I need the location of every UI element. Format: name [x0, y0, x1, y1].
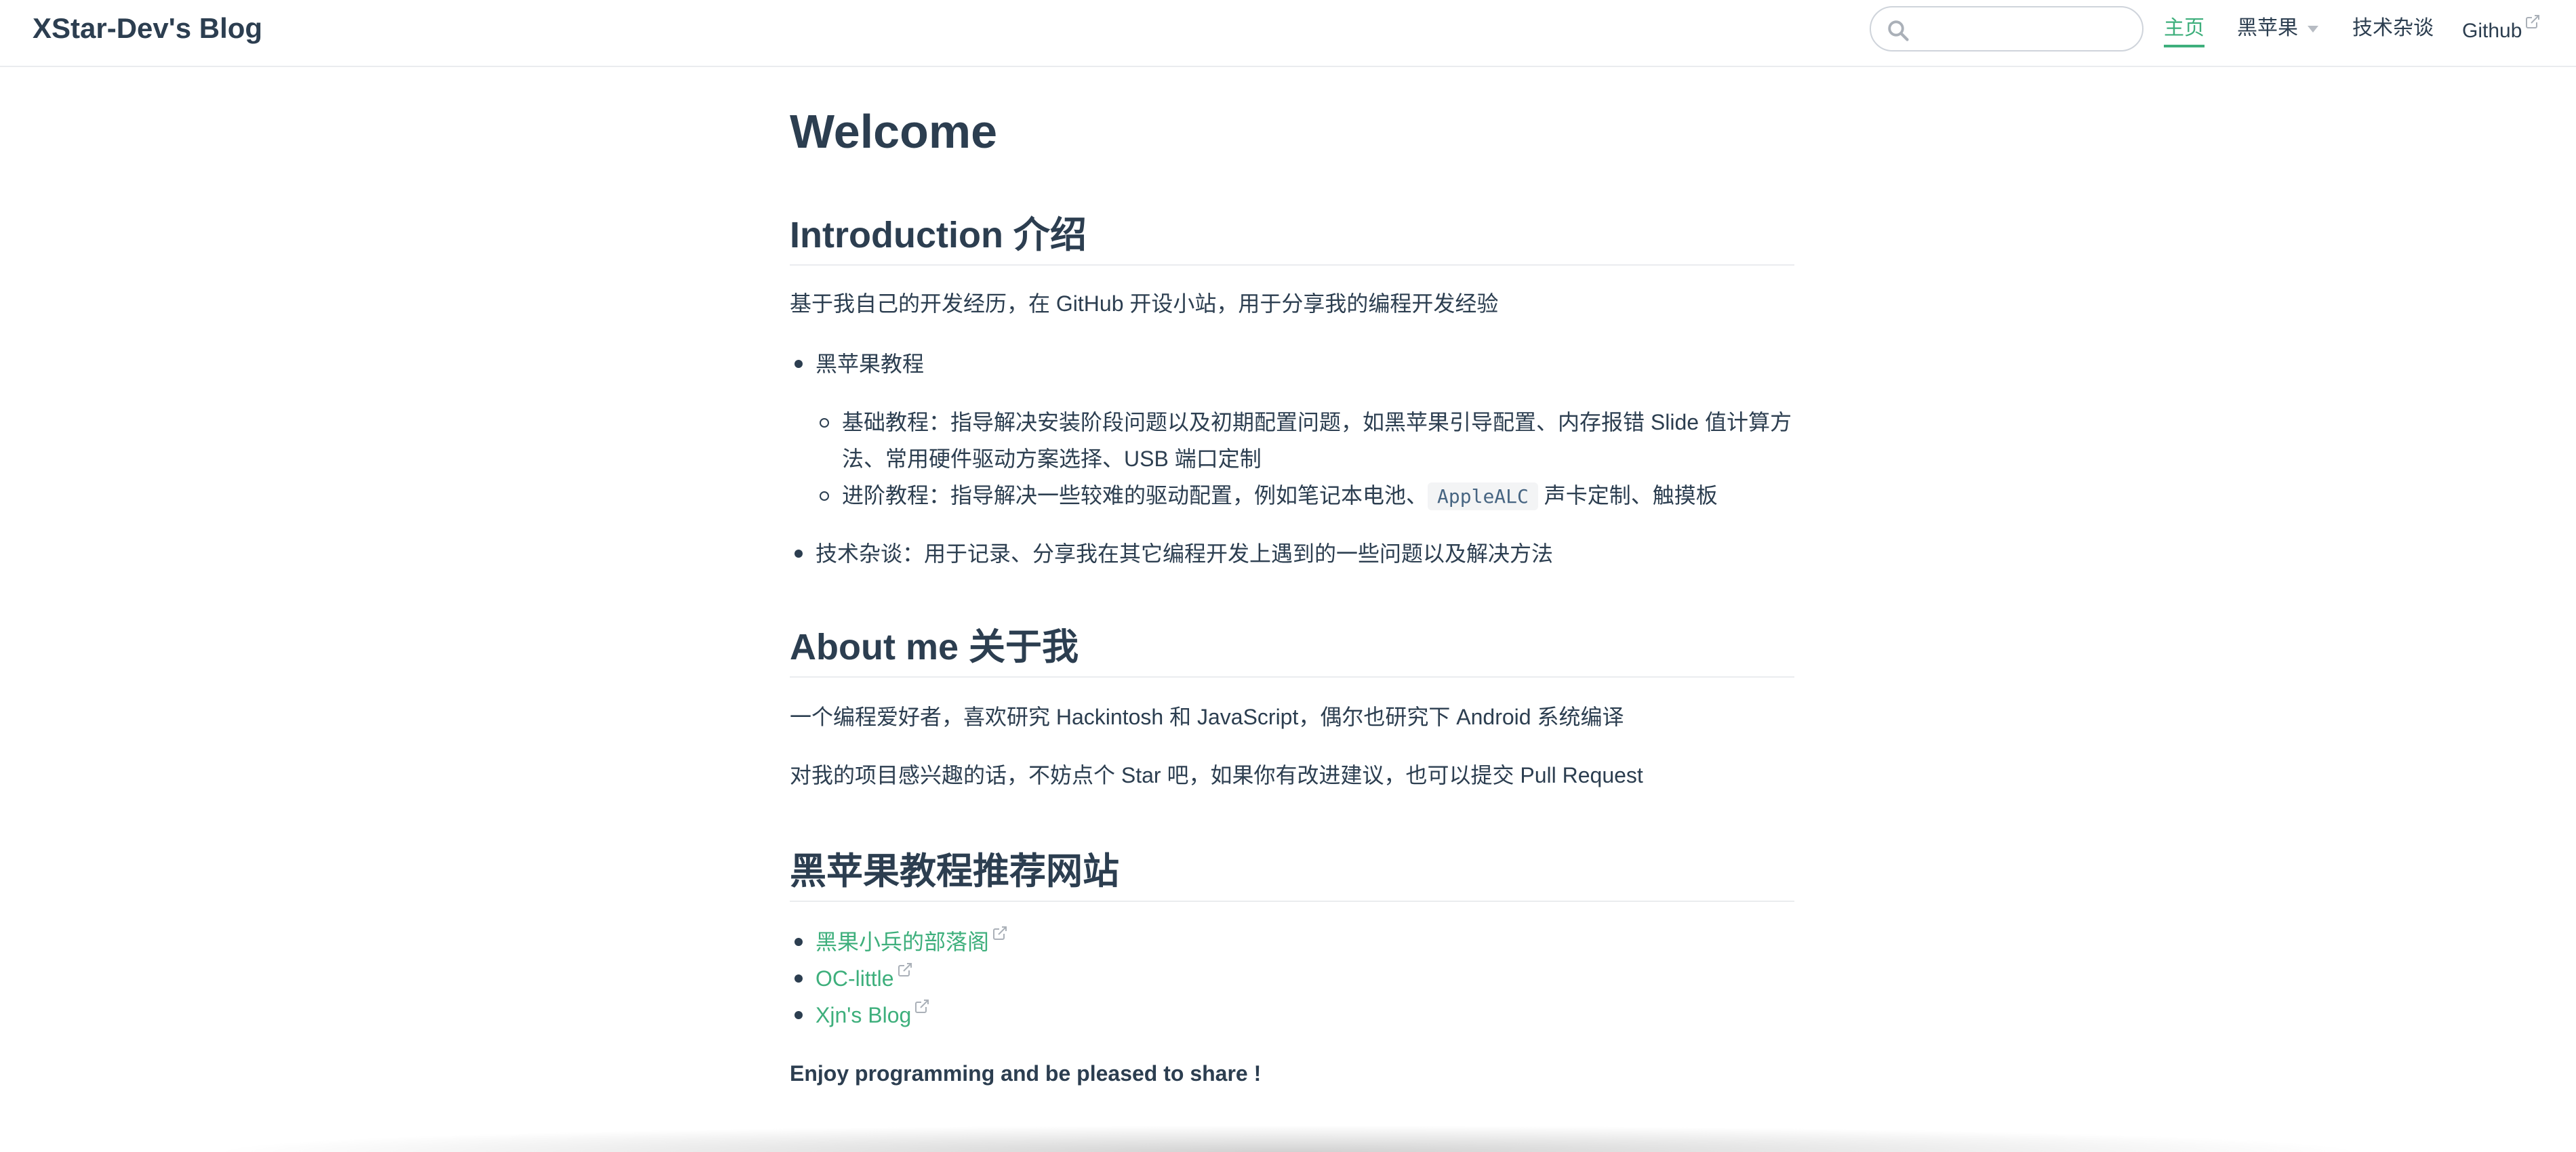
search-box[interactable]: [1870, 6, 2144, 52]
external-link-icon: [2526, 15, 2540, 28]
sub-item-advanced-text: 进阶教程：指导解决一些较难的驱动配置，例如笔记本电池、: [842, 483, 1428, 508]
external-link-icon: [898, 963, 912, 977]
about-heading: About me 关于我: [790, 625, 1794, 678]
bottom-shadow: [203, 1125, 2373, 1152]
bullet-dot: [794, 938, 803, 946]
external-link-icon: [993, 926, 1007, 941]
intro-text: 基于我自己的开发经历，在 GitHub 开设小站，用于分享我的编程开发经验: [790, 291, 1499, 316]
search-input[interactable]: [1918, 12, 2135, 47]
bullet-dot: [794, 974, 803, 983]
about-text-2: 对我的项目感兴趣的话，不妨点个 Star 吧，如果你有改进建议，也可以提交 Pu…: [790, 763, 1643, 787]
list-item-hackintosh: 黑苹果教程: [816, 352, 925, 376]
chevron-down-icon: [2308, 26, 2318, 33]
link-heiguo-xiaobing-label: 黑果小兵的部落阁: [816, 930, 990, 954]
closing-text: Enjoy programming and be pleased to shar…: [790, 1061, 1262, 1086]
nav-item-home[interactable]: 主页: [2164, 14, 2205, 47]
list-item-tech: 技术杂谈：用于记录、分享我在其它编程开发上遇到的一些问题以及解决方法: [816, 541, 1554, 566]
intro-heading: Introduction 介绍: [790, 213, 1794, 266]
bullet-dot: [794, 360, 803, 368]
link-heiguo-xiaobing[interactable]: 黑果小兵的部落阁: [816, 924, 1008, 960]
navbar: XStar-Dev's Blog 主页 黑苹果 技术杂谈 Github: [0, 0, 2576, 67]
sub-item-basic-line1: 基础教程：指导解决安装阶段问题以及初期配置问题，如黑苹果引导配置、内存报错 Sl…: [842, 410, 1792, 434]
sites-heading: 黑苹果教程推荐网站: [790, 849, 1794, 902]
external-link-icon: [915, 1000, 929, 1014]
nav-item-tech[interactable]: 技术杂谈: [2352, 14, 2434, 43]
bullet-circle: [820, 491, 829, 501]
sub-item-advanced-after: 声卡定制、触摸板: [1544, 483, 1718, 508]
bullet-dot: [794, 550, 803, 558]
nav-item-github[interactable]: Github: [2462, 14, 2541, 46]
about-text-1: 一个编程爱好者，喜欢研究 Hackintosh 和 JavaScript，偶尔也…: [790, 705, 1624, 729]
sub-item-advanced: 进阶教程：指导解决一些较难的驱动配置，例如笔记本电池、 AppleALC 声卡定制…: [842, 477, 1718, 515]
link-xjn-blog-label: Xjn's Blog: [816, 1003, 912, 1027]
nav-item-hackintosh-label: 黑苹果: [2237, 17, 2298, 39]
nav-item-home-label: 主页: [2164, 17, 2205, 39]
bullet-dot: [794, 1011, 803, 1019]
page-title: Welcome: [790, 105, 998, 158]
code-applealc: AppleALC: [1428, 482, 1538, 510]
nav-item-github-label: Github: [2462, 20, 2522, 42]
link-oc-little[interactable]: OC-little: [816, 960, 913, 997]
site-name-link[interactable]: XStar-Dev's Blog: [33, 11, 262, 46]
nav-item-hackintosh-dropdown[interactable]: 黑苹果: [2237, 14, 2318, 43]
search-icon: [1888, 20, 1909, 41]
link-oc-little-label: OC-little: [816, 966, 894, 991]
nav-item-tech-label: 技术杂谈: [2352, 17, 2434, 39]
sub-item-basic-line2: 法、常用硬件驱动方案选择、USB 端口定制: [842, 447, 1262, 471]
bullet-circle: [820, 418, 829, 428]
link-xjn-blog[interactable]: Xjn's Blog: [816, 997, 930, 1033]
